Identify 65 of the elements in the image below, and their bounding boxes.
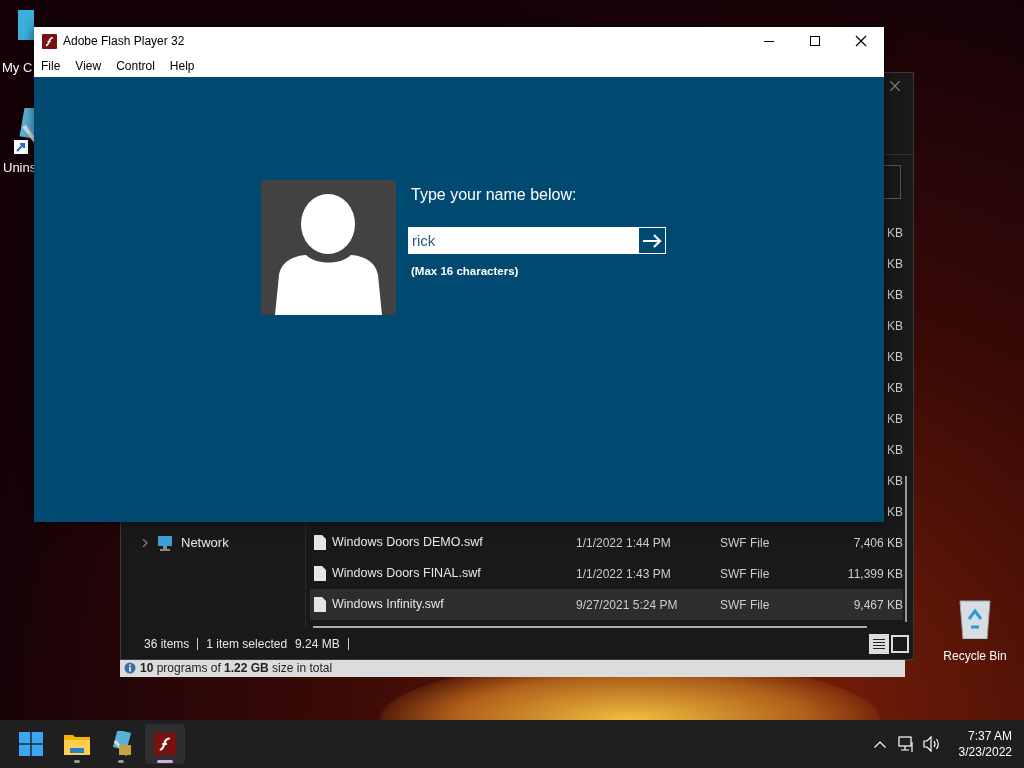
tiles-view-button[interactable] [891,634,909,653]
taskbar-app-button[interactable] [145,724,185,764]
clock[interactable]: 7:37 AM 3/23/2022 [958,728,1012,760]
name-prompt: Type your name below: [411,185,578,205]
network-icon[interactable] [897,735,915,753]
network-icon [157,534,173,551]
max-length-hint: (Max 16 characters) [411,264,520,279]
recycle-bin-icon[interactable] [957,597,993,639]
document-icon [314,535,326,551]
installer-icon[interactable] [14,107,34,154]
info-icon [124,661,136,674]
item-count: 36 items [144,635,190,653]
file-size: KB [886,503,903,521]
window-title: Adobe Flash Player 32 [63,33,185,50]
flash-logo-icon [154,733,176,755]
desktop-icon-label[interactable]: Recycle Bin [943,647,1007,665]
file-row[interactable]: Windows Infinity.swf 9/27/2021 5:24 PM SWF File 9,467 KB [310,589,903,621]
file-size: KB [886,286,903,304]
chevron-up-icon[interactable] [873,740,886,748]
file-name: Windows Doors FINAL.swf [332,565,481,583]
file-name: Windows Doors DEMO.swf [332,534,483,552]
desktop-icon-label[interactable]: My C [2,58,33,78]
menu-item[interactable]: Control [116,57,155,75]
file-size: 7,406 KB [852,534,903,552]
folder-icon [64,733,90,755]
volume-icon[interactable] [922,736,941,752]
file-size: 11,399 KB [846,565,903,583]
close-icon[interactable] [890,81,900,91]
nav-item[interactable]: Network [121,527,305,559]
file-size: KB [886,317,903,335]
file-type: SWF File [720,596,771,614]
file-size: KB [886,441,903,459]
details-view-button[interactable] [869,633,889,654]
arrow-right-icon [642,233,662,248]
file-size: KB [886,472,903,490]
file-row[interactable]: Windows Doors DEMO.swf 1/1/2022 1:44 PM SWF File 7,406 KB [310,527,903,559]
file-size: KB [886,348,903,366]
avatar-icon [261,180,396,315]
menu-item[interactable]: Help [169,57,195,75]
selection-size: 9.24 MB [295,635,340,653]
menu-item[interactable]: View [75,57,102,75]
file-name: Windows Infinity.swf [332,596,444,614]
file-size: KB [886,224,903,242]
vertical-scrollbar[interactable] [905,476,907,622]
file-size: KB [886,410,903,428]
chevron-right-icon[interactable] [141,538,149,547]
flash-logo-icon [42,33,57,49]
file-size: 9,467 KB [852,596,903,614]
windows-logo-icon [19,732,43,756]
submit-button[interactable] [638,227,666,254]
document-icon [314,597,326,613]
selection-info: 1 item selected [206,635,288,653]
file-type: SWF File [720,565,771,583]
horizontal-scrollbar[interactable] [313,626,867,629]
file-date: 1/1/2022 1:44 PM [576,534,672,552]
document-icon [314,566,326,582]
status-text: 10 programs of 1.22 GB size in total [140,659,333,677]
file-date: 9/27/2021 5:24 PM [576,596,679,614]
file-row[interactable]: Windows Doors FINAL.swf 1/1/2022 1:43 PM SWF File 11,399 KB [310,558,903,590]
file-size: KB [886,255,903,273]
file-date: 1/1/2022 1:43 PM [576,565,672,583]
file-type: SWF File [720,534,771,552]
menu-item[interactable]: File [41,57,61,75]
name-input[interactable]: rick [408,227,638,254]
file-size: KB [886,379,903,397]
